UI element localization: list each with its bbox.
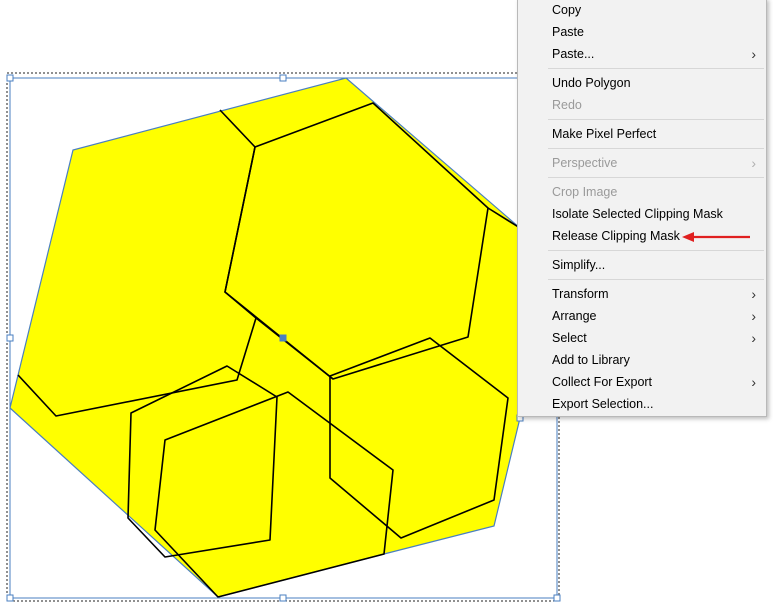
chevron-right-icon: › — [751, 308, 756, 324]
menu-item-label: Undo Polygon — [552, 76, 631, 90]
chevron-right-icon: › — [751, 330, 756, 346]
handle-center[interactable] — [279, 334, 287, 342]
menu-item-label: Simplify... — [552, 258, 606, 272]
menu-item-label: Copy — [552, 3, 582, 17]
menu-separator — [548, 177, 764, 178]
menu-item-label: Transform — [552, 287, 609, 301]
menu-item-crop-image[interactable]: Crop Image — [518, 181, 766, 203]
menu-item-label: Isolate Selected Clipping Mask — [552, 207, 723, 221]
menu-item-isolate-clipping-mask[interactable]: Isolate Selected Clipping Mask — [518, 203, 766, 225]
menu-item-label: Arrange — [552, 309, 597, 323]
menu-item-arrange[interactable]: Arrange › — [518, 305, 766, 327]
menu-item-label: Collect For Export — [552, 375, 653, 389]
menu-item-label: Redo — [552, 98, 582, 112]
handle-middle-left[interactable] — [6, 334, 14, 342]
menu-item-collect-for-export[interactable]: Collect For Export › — [518, 371, 766, 393]
handle-bottom-middle[interactable] — [279, 594, 287, 602]
handle-top-middle[interactable] — [279, 74, 287, 82]
menu-item-label: Make Pixel Perfect — [552, 127, 657, 141]
menu-item-select[interactable]: Select › — [518, 327, 766, 349]
menu-separator — [548, 148, 764, 149]
menu-item-make-pixel-perfect[interactable]: Make Pixel Perfect — [518, 123, 766, 145]
menu-item-label: Perspective — [552, 156, 618, 170]
handle-bottom-right[interactable] — [553, 594, 561, 602]
menu-item-paste[interactable]: Paste — [518, 21, 766, 43]
menu-separator — [548, 250, 764, 251]
chevron-right-icon: › — [751, 374, 756, 390]
menu-item-paste-special[interactable]: Paste... › — [518, 43, 766, 65]
menu-item-label: Crop Image — [552, 185, 618, 199]
menu-item-add-to-library[interactable]: Add to Library — [518, 349, 766, 371]
menu-item-label: Add to Library — [552, 353, 630, 367]
menu-separator — [548, 119, 764, 120]
menu-item-label: Paste... — [552, 47, 595, 61]
handle-bottom-left[interactable] — [6, 594, 14, 602]
menu-item-label: Paste — [552, 25, 584, 39]
menu-item-copy[interactable]: Copy — [518, 0, 766, 21]
clipping-polygon[interactable] — [9, 77, 521, 598]
menu-separator — [548, 279, 764, 280]
menu-item-label: Release Clipping Mask — [552, 229, 680, 243]
chevron-right-icon: › — [751, 286, 756, 302]
menu-item-perspective[interactable]: Perspective › — [518, 152, 766, 174]
handle-top-left[interactable] — [6, 74, 14, 82]
menu-item-redo[interactable]: Redo — [518, 94, 766, 116]
menu-item-simplify[interactable]: Simplify... — [518, 254, 766, 276]
menu-separator — [548, 68, 764, 69]
chevron-right-icon: › — [751, 155, 756, 171]
menu-item-transform[interactable]: Transform › — [518, 283, 766, 305]
menu-item-label: Select — [552, 331, 587, 345]
menu-item-undo-polygon[interactable]: Undo Polygon — [518, 72, 766, 94]
red-arrow-annotation-icon — [682, 232, 750, 242]
menu-item-label: Export Selection... — [552, 397, 654, 411]
chevron-right-icon: › — [751, 46, 756, 62]
menu-item-export-selection[interactable]: Export Selection... — [518, 393, 766, 415]
context-menu: Copy Paste Paste... › Undo Polygon Redo … — [517, 0, 767, 417]
